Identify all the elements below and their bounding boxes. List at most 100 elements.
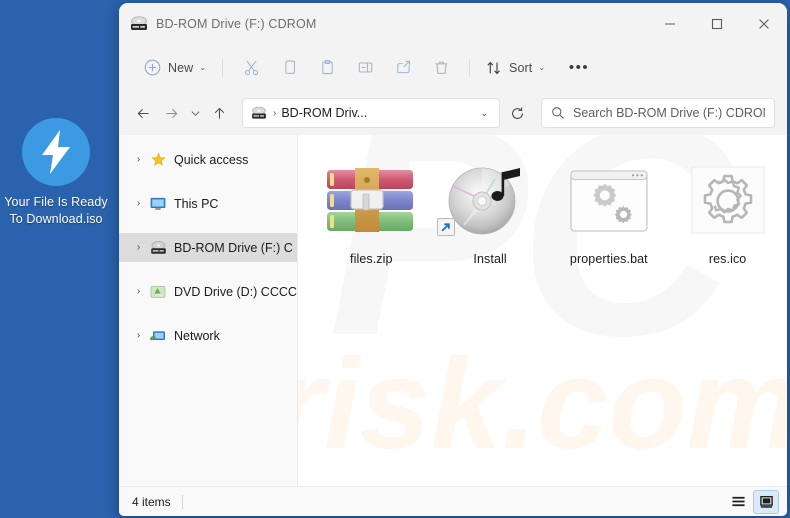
address-bar-row: › BD-ROM Driv... ⌄ bbox=[119, 91, 787, 135]
rename-button[interactable] bbox=[348, 53, 382, 83]
file-name: properties.bat bbox=[569, 252, 648, 266]
details-view-icon bbox=[731, 496, 745, 506]
sidebar-item-quick-access[interactable]: › Quick access bbox=[119, 145, 297, 174]
item-count-label: 4 items bbox=[132, 494, 171, 509]
window-body: › Quick access › This PC › BD-ROM Drive … bbox=[119, 135, 787, 486]
watermark-risk-com: risk.com bbox=[297, 333, 787, 476]
breadcrumb-separator: › bbox=[273, 107, 277, 119]
maximize-button[interactable] bbox=[693, 3, 740, 44]
desktop-icon-your-file-is-ready-to-download[interactable]: Your File Is Ready To Download.iso bbox=[4, 118, 108, 227]
chevron-down-icon: ⌄ bbox=[538, 63, 546, 72]
chevron-right-icon[interactable]: › bbox=[130, 198, 147, 209]
desktop-icon-label: Your File Is Ready To Download.iso bbox=[4, 195, 108, 226]
cut-button[interactable] bbox=[234, 53, 268, 83]
chevron-down-icon bbox=[190, 110, 200, 116]
chevron-down-icon: ⌄ bbox=[199, 63, 207, 72]
sidebar-item-bd-rom-drive[interactable]: › BD-ROM Drive (F:) C bbox=[119, 233, 297, 262]
share-icon bbox=[396, 60, 410, 74]
file-name: files.zip bbox=[350, 252, 393, 266]
cd-media-music-icon bbox=[431, 164, 550, 238]
large-icons-view-icon bbox=[759, 495, 773, 508]
navigation-sidebar: › Quick access › This PC › BD-ROM Drive … bbox=[119, 135, 298, 486]
window-title: BD-ROM Drive (F:) CDROM bbox=[156, 16, 317, 31]
arrow-left-icon bbox=[137, 108, 149, 118]
file-name: Install bbox=[473, 252, 507, 266]
copy-icon bbox=[284, 60, 295, 74]
file-name: res.ico bbox=[708, 252, 747, 266]
rename-icon bbox=[358, 62, 372, 73]
file-item-install[interactable]: Install bbox=[431, 159, 550, 270]
file-item-properties-bat[interactable]: properties.bat bbox=[549, 159, 668, 270]
back-button[interactable] bbox=[129, 99, 157, 127]
desktop-background: Your File Is Ready To Download.iso BD-RO… bbox=[0, 0, 790, 518]
winrar-archive-icon bbox=[312, 164, 431, 238]
file-item-files-zip[interactable]: files.zip bbox=[312, 159, 431, 270]
window-titlebar[interactable]: BD-ROM Drive (F:) CDROM bbox=[119, 3, 787, 44]
ellipsis-icon: ••• bbox=[568, 59, 590, 76]
shortcut-arrow-icon bbox=[441, 222, 450, 231]
recent-locations-button[interactable] bbox=[185, 99, 205, 127]
sidebar-item-dvd-drive[interactable]: › DVD Drive (D:) CCCC bbox=[119, 277, 297, 306]
sidebar-item-this-pc[interactable]: › This PC bbox=[119, 189, 297, 218]
search-input[interactable] bbox=[573, 106, 765, 120]
monitor-icon bbox=[147, 197, 169, 211]
refresh-button[interactable] bbox=[502, 98, 532, 128]
sort-button-label: Sort bbox=[509, 60, 533, 75]
file-list-area[interactable]: PC bbox=[297, 135, 787, 486]
share-button[interactable] bbox=[386, 53, 420, 83]
toolbar-divider-2 bbox=[469, 58, 471, 77]
arrow-right-icon bbox=[165, 108, 177, 118]
bolt-glyph bbox=[42, 130, 70, 174]
file-explorer-window: BD-ROM Drive (F:) CDROM New ⌄ Sort ⌄ •••… bbox=[119, 3, 787, 516]
forward-button[interactable] bbox=[157, 99, 185, 127]
chevron-right-icon[interactable]: › bbox=[130, 330, 147, 341]
file-item-res-ico[interactable]: res.ico bbox=[668, 159, 787, 270]
toolbar-divider bbox=[222, 58, 224, 77]
close-button[interactable] bbox=[740, 3, 787, 44]
search-box[interactable] bbox=[541, 98, 775, 128]
paste-button[interactable] bbox=[310, 53, 344, 83]
large-icons-view-button[interactable] bbox=[753, 489, 779, 514]
cut-icon bbox=[244, 60, 258, 76]
sidebar-item-network[interactable]: › Network bbox=[119, 321, 297, 350]
command-toolbar: New ⌄ Sort ⌄ ••• bbox=[119, 44, 787, 91]
new-button-label: New bbox=[168, 60, 194, 75]
minimize-button[interactable] bbox=[646, 3, 693, 44]
refresh-icon bbox=[511, 106, 523, 119]
sort-button[interactable]: Sort ⌄ bbox=[479, 53, 552, 83]
breadcrumb-path[interactable]: BD-ROM Driv... bbox=[281, 106, 473, 120]
delete-icon bbox=[435, 61, 447, 74]
sidebar-item-label: This PC bbox=[174, 196, 219, 211]
sidebar-item-label: BD-ROM Drive (F:) C bbox=[174, 240, 293, 255]
chevron-right-icon[interactable]: › bbox=[130, 286, 147, 297]
gear-outline-icon bbox=[668, 164, 787, 238]
arrow-up-icon bbox=[214, 107, 224, 119]
copy-button[interactable] bbox=[272, 53, 306, 83]
shortcut-arrow-badge bbox=[436, 218, 455, 236]
network-icon bbox=[147, 329, 169, 343]
see-more-button[interactable]: ••• bbox=[562, 53, 596, 83]
cd-drive-icon bbox=[130, 16, 148, 31]
chevron-right-icon[interactable]: › bbox=[130, 242, 147, 253]
lightning-bolt-icon bbox=[22, 118, 90, 186]
breadcrumb[interactable]: › BD-ROM Driv... ⌄ bbox=[242, 98, 500, 128]
delete-button[interactable] bbox=[424, 53, 458, 83]
up-button[interactable] bbox=[205, 99, 233, 127]
breadcrumb-dropdown-icon[interactable]: ⌄ bbox=[473, 108, 495, 119]
window-controls bbox=[646, 3, 787, 44]
status-divider bbox=[181, 494, 183, 509]
dvd-drive-icon bbox=[147, 285, 169, 299]
sidebar-item-label: Network bbox=[174, 328, 220, 343]
cd-drive-icon bbox=[251, 106, 267, 120]
plus-circle-icon bbox=[144, 59, 161, 76]
star-icon bbox=[147, 152, 169, 167]
status-bar: 4 items bbox=[119, 486, 787, 516]
paste-icon bbox=[321, 59, 333, 75]
details-view-button[interactable] bbox=[725, 490, 751, 514]
chevron-right-icon[interactable]: › bbox=[130, 154, 147, 165]
new-button[interactable]: New ⌄ bbox=[137, 53, 213, 83]
